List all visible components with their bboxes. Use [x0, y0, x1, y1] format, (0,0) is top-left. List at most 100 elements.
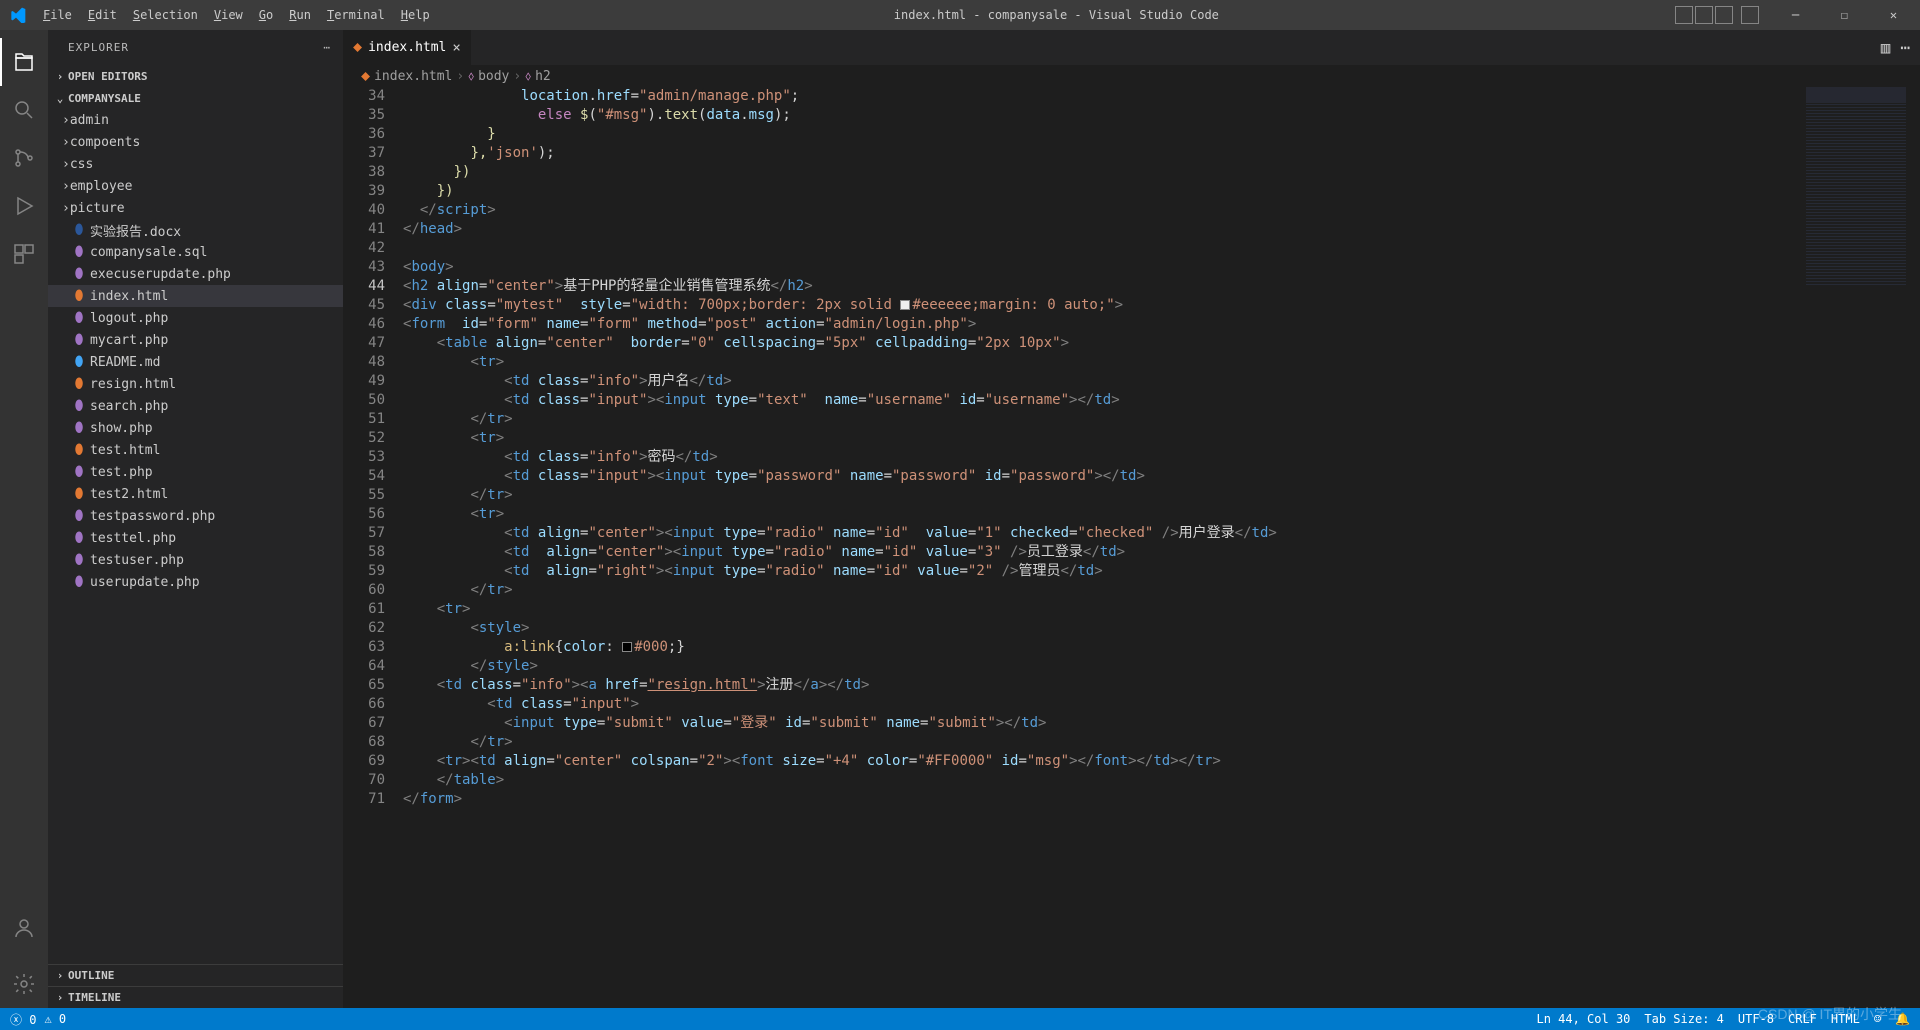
file-item[interactable]: ⬮execuserupdate.php — [48, 263, 343, 285]
source-control-icon[interactable] — [0, 134, 48, 182]
chevron-down-icon: ⌄ — [52, 92, 68, 105]
file-item[interactable]: ⬮testpassword.php — [48, 505, 343, 527]
more-icon[interactable]: ⋯ — [323, 41, 331, 54]
layout-icon[interactable] — [1695, 6, 1713, 24]
breadcrumb[interactable]: ⬥ index.html› ⬨ body› ⬨ h2 — [343, 65, 1920, 87]
minimize-button[interactable]: ─ — [1773, 0, 1818, 30]
tab-label: index.html — [368, 40, 446, 55]
menu-selection[interactable]: Selection — [125, 8, 206, 22]
run-debug-icon[interactable] — [0, 182, 48, 230]
status-eol[interactable]: CRLF — [1788, 1012, 1817, 1026]
close-button[interactable]: ✕ — [1871, 0, 1916, 30]
menu-terminal[interactable]: Terminal — [319, 8, 393, 22]
status-encoding[interactable]: UTF-8 — [1738, 1012, 1774, 1026]
more-icon[interactable]: ⋯ — [1900, 38, 1910, 57]
file-icon: ⬮ — [68, 530, 90, 546]
chevron-right-icon: › — [52, 991, 68, 1004]
folder-item[interactable]: ›picture — [48, 197, 343, 219]
menu-bar: File Edit Selection View Go Run Terminal… — [35, 8, 438, 22]
file-item[interactable]: ⬮resign.html — [48, 373, 343, 395]
folder-item[interactable]: ›employee — [48, 175, 343, 197]
split-editor-icon[interactable]: ▥ — [1881, 38, 1891, 57]
line-numbers: 3435363738394041424344454647484950515253… — [343, 87, 403, 1008]
folder-item[interactable]: ›css — [48, 153, 343, 175]
account-icon[interactable] — [0, 904, 48, 952]
project-section[interactable]: ⌄COMPANYSALE — [48, 87, 343, 109]
file-item[interactable]: ⬮testtel.php — [48, 527, 343, 549]
menu-go[interactable]: Go — [251, 8, 281, 22]
title-controls: ─ ☐ ✕ — [1675, 0, 1920, 30]
chevron-right-icon: › — [62, 201, 70, 216]
search-icon[interactable] — [0, 86, 48, 134]
close-icon[interactable]: × — [452, 40, 460, 56]
file-item[interactable]: ⬮README.md — [48, 351, 343, 373]
code-editor[interactable]: 3435363738394041424344454647484950515253… — [343, 87, 1920, 1008]
file-icon: ⬮ — [68, 288, 90, 304]
menu-help[interactable]: Help — [393, 8, 438, 22]
vscode-logo-icon — [0, 7, 35, 23]
explorer-sidebar: EXPLORER ⋯ ›OPEN EDITORS ⌄COMPANYSALE ›a… — [48, 30, 343, 1008]
status-spaces[interactable]: Tab Size: 4 — [1644, 1012, 1723, 1026]
menu-file[interactable]: File — [35, 8, 80, 22]
status-lang[interactable]: HTML — [1831, 1012, 1860, 1026]
file-icon: ⬮ — [68, 332, 90, 348]
minimap[interactable] — [1806, 87, 1906, 287]
file-item[interactable]: ⬮mycart.php — [48, 329, 343, 351]
file-item[interactable]: ⬮userupdate.php — [48, 571, 343, 593]
file-item[interactable]: ⬮test2.html — [48, 483, 343, 505]
file-item[interactable]: ⬮实验报告.docx — [48, 219, 343, 241]
title-bar: File Edit Selection View Go Run Terminal… — [0, 0, 1920, 30]
notifications-icon[interactable]: 🔔 — [1895, 1012, 1910, 1026]
chevron-right-icon: › — [62, 135, 70, 150]
menu-run[interactable]: Run — [281, 8, 319, 22]
file-item[interactable]: ⬮search.php — [48, 395, 343, 417]
file-item[interactable]: ⬮test.html — [48, 439, 343, 461]
status-ln-col[interactable]: Ln 44, Col 30 — [1536, 1012, 1630, 1026]
menu-edit[interactable]: Edit — [80, 8, 125, 22]
file-icon: ⬮ — [68, 222, 90, 238]
warnings-icon[interactable]: ⚠ 0 — [44, 1012, 66, 1026]
file-item[interactable]: ⬮companysale.sql — [48, 241, 343, 263]
folder-item[interactable]: ›admin — [48, 109, 343, 131]
file-icon: ⬮ — [68, 508, 90, 524]
tab-bar: ⬥ index.html × ▥ ⋯ — [343, 30, 1920, 65]
file-item[interactable]: ⬮logout.php — [48, 307, 343, 329]
settings-icon[interactable] — [0, 960, 48, 1008]
folder-item[interactable]: ›compoents — [48, 131, 343, 153]
file-item[interactable]: ⬮test.php — [48, 461, 343, 483]
layout-icon[interactable] — [1675, 6, 1693, 24]
menu-view[interactable]: View — [206, 8, 251, 22]
file-icon: ⬮ — [68, 552, 90, 568]
html-file-icon: ⬥ — [361, 69, 370, 84]
maximize-button[interactable]: ☐ — [1822, 0, 1867, 30]
chevron-right-icon: › — [62, 113, 70, 128]
chevron-right-icon: › — [52, 70, 68, 83]
layout-icon[interactable] — [1741, 6, 1759, 24]
chevron-right-icon: › — [62, 179, 70, 194]
outline-section[interactable]: ›OUTLINE — [48, 964, 343, 986]
file-icon: ⬮ — [68, 398, 90, 414]
brackets-icon: ⬨ — [525, 69, 531, 84]
file-icon: ⬮ — [68, 244, 90, 260]
tab-index-html[interactable]: ⬥ index.html × — [343, 30, 472, 65]
file-item[interactable]: ⬮show.php — [48, 417, 343, 439]
file-icon: ⬮ — [68, 442, 90, 458]
file-item[interactable]: ⬮testuser.php — [48, 549, 343, 571]
code-content[interactable]: location.href="admin/manage.php"; else $… — [403, 87, 1920, 1008]
feedback-icon[interactable]: ☺ — [1874, 1012, 1881, 1026]
errors-icon[interactable]: ⓧ 0 — [10, 1011, 36, 1028]
layout-icons[interactable] — [1675, 6, 1759, 24]
layout-icon[interactable] — [1715, 6, 1733, 24]
file-icon: ⬮ — [68, 574, 90, 590]
file-item[interactable]: ⬮index.html — [48, 285, 343, 307]
extensions-icon[interactable] — [0, 230, 48, 278]
editor-area: ⬥ index.html × ▥ ⋯ ⬥ index.html› ⬨ body›… — [343, 30, 1920, 1008]
explorer-icon[interactable] — [0, 38, 48, 86]
timeline-section[interactable]: ›TIMELINE — [48, 986, 343, 1008]
file-icon: ⬮ — [68, 354, 90, 370]
file-icon: ⬮ — [68, 376, 90, 392]
open-editors-section[interactable]: ›OPEN EDITORS — [48, 65, 343, 87]
activity-bar — [0, 30, 48, 1008]
file-icon: ⬮ — [68, 464, 90, 480]
file-icon: ⬮ — [68, 486, 90, 502]
